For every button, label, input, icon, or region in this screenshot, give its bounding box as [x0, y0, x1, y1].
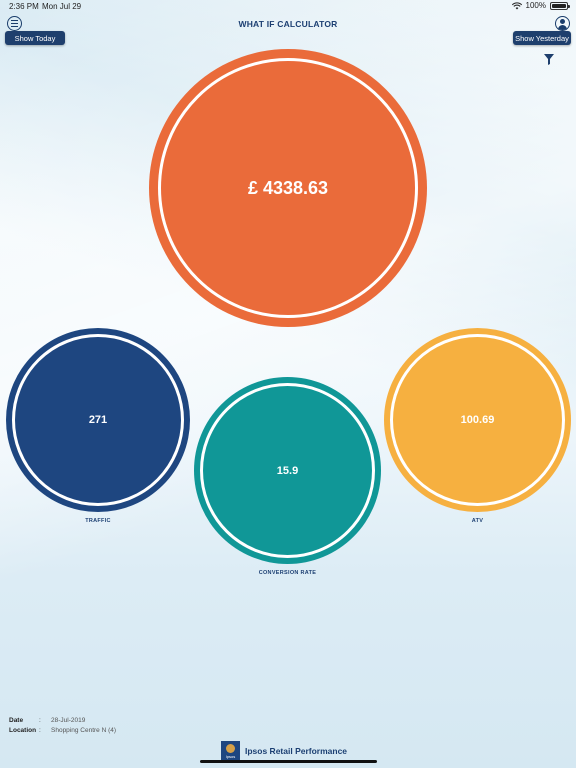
date-row: Date : 28-Jul-2019	[9, 715, 116, 725]
conversion-rate-value: 15.9	[276, 464, 299, 477]
battery-percent: 100%	[525, 1, 546, 10]
logo-box-text: Ipsos	[225, 754, 236, 759]
location-row: Location : Shopping Centre N (4)	[9, 725, 116, 735]
footer-logo: Ipsos Ipsos Retail Performance	[221, 741, 347, 760]
date-value: 28-Jul-2019	[51, 716, 86, 724]
date-colon: :	[39, 716, 41, 724]
status-right: 100%	[511, 1, 570, 10]
home-indicator	[200, 760, 377, 763]
user-icon[interactable]	[555, 16, 570, 31]
filter-icon[interactable]	[544, 54, 554, 65]
location-key: Location	[9, 726, 37, 734]
atv-label: ATV	[471, 518, 484, 524]
conversion-rate-label: CONVERSION RATE	[258, 570, 317, 576]
battery-icon	[550, 1, 570, 10]
traffic-label: TRAFFIC	[85, 518, 111, 524]
atv-circle[interactable]: 100.69	[384, 328, 571, 512]
revenue-value: £ 4338.63	[247, 177, 329, 198]
show-today-button[interactable]: Show Today	[5, 31, 65, 45]
atv-value: 100.69	[460, 414, 495, 426]
status-time: 2:36 PM	[9, 2, 39, 11]
revenue-circle[interactable]: £ 4338.63	[149, 49, 427, 327]
status-bar: 2:36 PM Mon Jul 29 100%	[0, 0, 576, 14]
traffic-value: 271	[88, 414, 108, 426]
ipsos-logo-icon: Ipsos	[221, 741, 240, 760]
conversion-rate-circle[interactable]: 15.9	[194, 377, 381, 564]
info-block: Date : 28-Jul-2019 Location : Shopping C…	[9, 715, 116, 735]
location-colon: :	[39, 726, 41, 734]
location-value: Shopping Centre N (4)	[51, 726, 117, 734]
status-date: Mon Jul 29	[42, 2, 82, 11]
show-yesterday-button[interactable]: Show Yesterday	[513, 31, 571, 45]
date-key: Date	[9, 716, 24, 724]
brand-name: Ipsos Retail Performance	[245, 745, 348, 756]
wifi-icon	[511, 1, 522, 9]
traffic-circle[interactable]: 271	[6, 328, 190, 512]
page-title: WHAT IF CALCULATOR	[238, 19, 338, 29]
